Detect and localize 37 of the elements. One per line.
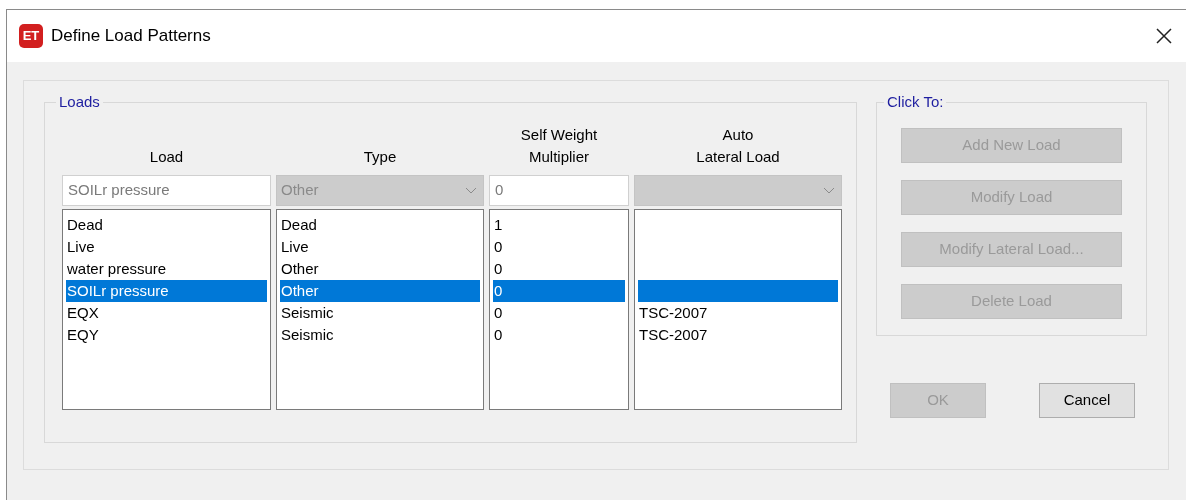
list-item[interactable]: TSC-2007 bbox=[638, 323, 838, 346]
list-item[interactable]: 0 bbox=[493, 301, 625, 324]
list-item[interactable]: EQY bbox=[66, 323, 267, 346]
list-item[interactable]: Dead bbox=[66, 213, 267, 236]
cancel-button[interactable]: Cancel bbox=[1039, 383, 1135, 418]
list-item[interactable]: Live bbox=[280, 235, 480, 258]
list-item[interactable]: 0 bbox=[493, 257, 625, 280]
list-item[interactable]: water pressure bbox=[66, 257, 267, 280]
chevron-down-icon bbox=[465, 186, 477, 194]
list-item[interactable]: Dead bbox=[280, 213, 480, 236]
column-header: Multiplier bbox=[529, 146, 589, 167]
column-header: Type bbox=[363, 146, 397, 167]
group-title: Click To: bbox=[886, 92, 945, 112]
input-field[interactable]: 0 bbox=[489, 174, 629, 206]
list-item[interactable]: Other bbox=[280, 279, 480, 302]
window-title: Define Load Patterns bbox=[51, 25, 211, 48]
list-item[interactable]: Other bbox=[280, 257, 480, 280]
column-header: Self Weight bbox=[520, 124, 598, 145]
app-logo: ET bbox=[19, 24, 43, 48]
group-title: Loads bbox=[58, 92, 101, 112]
column-header: Auto bbox=[722, 124, 754, 145]
list-item[interactable]: 0 bbox=[493, 235, 625, 258]
list-item[interactable]: EQX bbox=[66, 301, 267, 324]
list-item[interactable]: Seismic bbox=[280, 323, 480, 346]
list-item[interactable] bbox=[638, 279, 838, 302]
column-header: Load bbox=[149, 146, 184, 167]
list-item[interactable]: 1 bbox=[493, 213, 625, 236]
list-item[interactable]: 0 bbox=[493, 279, 625, 302]
chevron-down-icon bbox=[823, 186, 835, 194]
list-item[interactable]: TSC-2007 bbox=[638, 301, 838, 324]
list-item[interactable]: 0 bbox=[493, 323, 625, 346]
list-item[interactable]: Live bbox=[66, 235, 267, 258]
column-header: Lateral Load bbox=[696, 146, 780, 167]
close-icon[interactable] bbox=[1156, 28, 1172, 44]
list-item[interactable]: Seismic bbox=[280, 301, 480, 324]
list-item[interactable]: SOILr pressure bbox=[66, 279, 267, 302]
input-field[interactable]: SOILr pressure bbox=[62, 174, 271, 206]
